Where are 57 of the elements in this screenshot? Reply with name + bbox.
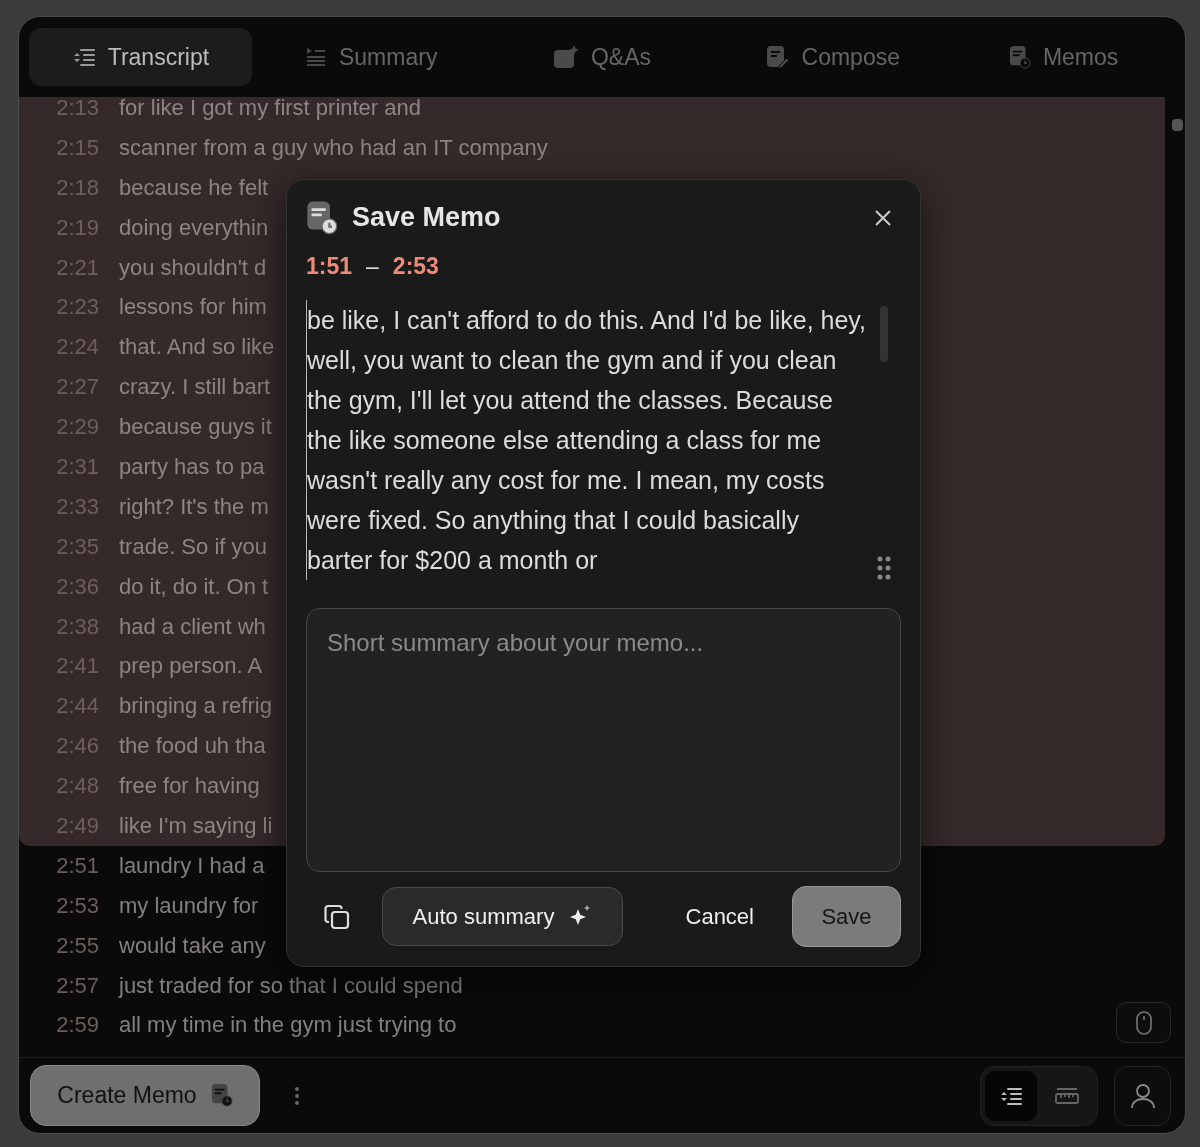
dialog-title: Save Memo xyxy=(352,202,502,234)
transcript-text: you shouldn't d xyxy=(119,254,267,281)
transcript-text: because guys it xyxy=(119,414,272,441)
timestamp: 2:36 xyxy=(55,573,99,600)
transcript-text: my laundry for xyxy=(119,892,259,919)
range-separator: – xyxy=(366,253,379,281)
timestamp: 2:38 xyxy=(55,613,99,640)
range-end: 2:53 xyxy=(392,253,439,281)
timestamp: 2:29 xyxy=(55,414,99,441)
transcript-text: the food uh tha xyxy=(119,733,266,760)
timestamp: 2:59 xyxy=(55,1012,99,1039)
timestamp: 2:51 xyxy=(55,852,99,879)
timestamp: 2:31 xyxy=(55,453,99,480)
transcript-text: would take any xyxy=(119,932,266,959)
tab-label: Compose xyxy=(801,43,900,71)
timestamp: 2:48 xyxy=(55,773,99,800)
timestamp: 2:15 xyxy=(55,134,99,161)
timestamp: 2:46 xyxy=(55,733,99,760)
transcript-text: all my time in the gym just trying to xyxy=(119,1012,457,1039)
timestamp: 2:41 xyxy=(55,653,99,680)
transcript-text: had a client wh xyxy=(119,613,266,640)
tab-label: Transcript xyxy=(107,43,210,71)
transcript-text: prep person. A xyxy=(119,653,263,680)
tab-label: Q&As xyxy=(590,43,652,71)
range-start: 1:51 xyxy=(306,253,353,281)
timestamp: 2:21 xyxy=(55,254,99,281)
transcript-text: lessons for him xyxy=(119,294,267,321)
timestamp: 2:13 xyxy=(55,97,99,121)
transcript-text: right? It's the m xyxy=(119,493,269,520)
transcript-text: bringing a refrig xyxy=(119,693,272,720)
timestamp: 2:27 xyxy=(55,374,99,401)
timestamp: 2:55 xyxy=(55,932,99,959)
transcript-text: because he felt xyxy=(119,174,269,201)
transcript-text: crazy. I still bart xyxy=(119,374,271,401)
tab-label: Summary xyxy=(339,43,438,71)
timestamp: 2:23 xyxy=(55,294,99,321)
transcript-text: scanner from a guy who had an IT company xyxy=(119,134,548,161)
timestamp: 2:57 xyxy=(55,972,99,999)
transcript-text: trade. So if you xyxy=(119,533,267,560)
timestamp: 2:24 xyxy=(55,334,99,361)
timestamp: 2:35 xyxy=(55,533,99,560)
timestamp: 2:33 xyxy=(55,493,99,520)
timestamp: 2:44 xyxy=(55,693,99,720)
transcript-text: like I'm saying li xyxy=(119,812,273,839)
transcript-text: that. And so like xyxy=(119,334,275,361)
transcript-text: free for having xyxy=(119,773,260,800)
transcript-text: just traded for so that I could spend xyxy=(119,972,463,999)
timestamp: 2:18 xyxy=(55,174,99,201)
transcript-text: laundry I had a xyxy=(119,852,265,879)
transcript-text: for like I got my first printer and xyxy=(119,97,421,121)
timestamp: 2:19 xyxy=(55,214,99,241)
timestamp: 2:53 xyxy=(55,892,99,919)
transcript-text: doing everythin xyxy=(119,214,269,241)
transcript-text: party has to pa xyxy=(119,453,265,480)
timestamp: 2:49 xyxy=(55,812,99,839)
transcript-text: do it, do it. On t xyxy=(119,573,269,600)
tab-label: Memos xyxy=(1042,43,1119,71)
